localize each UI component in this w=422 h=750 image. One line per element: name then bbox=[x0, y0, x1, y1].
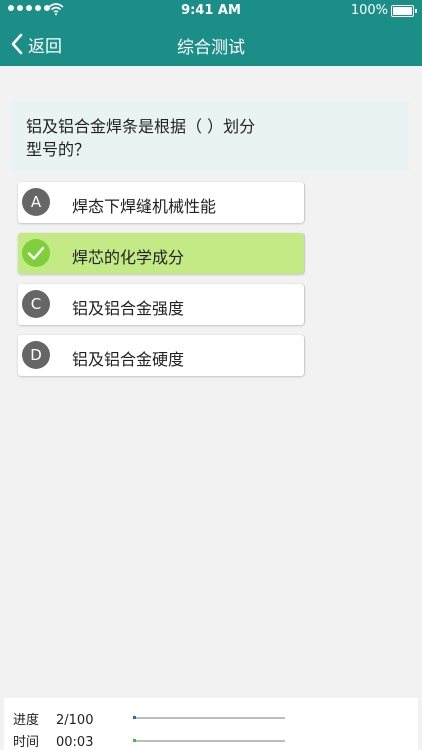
footer-panel: 进度 2/100 时间 00:03 bbox=[4, 698, 418, 750]
option-badge: A bbox=[22, 188, 50, 216]
app-header: 9:41 AM 100% 返回 综合测试 bbox=[0, 0, 422, 66]
option-text: 焊芯的化学成分 bbox=[72, 248, 185, 267]
battery-percent: 100% bbox=[350, 3, 388, 18]
option-b[interactable]: 焊芯的化学成分 bbox=[18, 233, 304, 274]
question-text: 铝及铝合金焊条是根据（ ）划分型号的？ bbox=[26, 117, 256, 159]
option-c[interactable]: C 铝及铝合金强度 bbox=[18, 284, 304, 325]
time-value: 00:03 bbox=[56, 735, 94, 750]
status-bar: 9:41 AM 100% bbox=[0, 0, 422, 22]
question-card: 铝及铝合金焊条是根据（ ）划分型号的？ bbox=[10, 101, 410, 171]
option-d[interactable]: D 铝及铝合金硬度 bbox=[18, 335, 304, 376]
option-text: 铝及铝合金强度 bbox=[72, 299, 185, 318]
progress-value: 2/100 bbox=[56, 713, 94, 728]
option-text: 铝及铝合金硬度 bbox=[72, 350, 185, 369]
battery-icon bbox=[391, 5, 417, 17]
time-row: 时间 00:03 bbox=[13, 731, 93, 750]
option-a[interactable]: A 焊态下焊缝机械性能 bbox=[18, 182, 304, 223]
time-label: 时间 bbox=[13, 735, 40, 750]
page-title: 综合测试 bbox=[177, 38, 245, 58]
progress-label: 进度 bbox=[13, 713, 40, 728]
time-bar bbox=[133, 739, 285, 742]
option-list: A 焊态下焊缝机械性能 焊芯的化学成分 C 铝及铝合金强度 D 铝及铝合金硬度 bbox=[18, 182, 304, 386]
option-badge: D bbox=[22, 341, 50, 369]
progress-bar bbox=[133, 716, 285, 719]
check-icon bbox=[22, 239, 50, 267]
progress-bar-fill bbox=[133, 716, 137, 719]
option-text: 焊态下焊缝机械性能 bbox=[72, 197, 217, 216]
time-bar-fill bbox=[133, 739, 137, 742]
progress-row: 进度 2/100 bbox=[13, 709, 93, 728]
option-badge: C bbox=[22, 290, 50, 318]
